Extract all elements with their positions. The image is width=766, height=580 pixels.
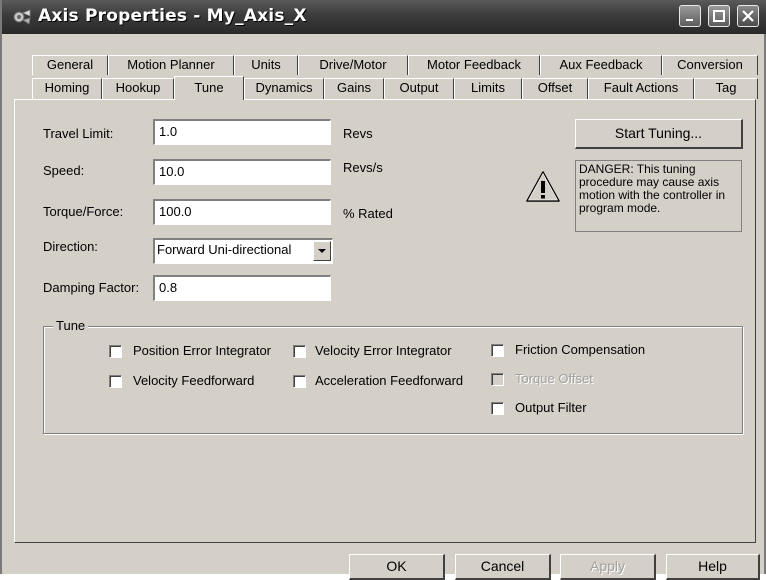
direction-dropdown-button[interactable] [313,241,331,261]
travel-limit-label: Travel Limit: [43,126,114,141]
damping-factor-field[interactable]: 0.8 [153,275,331,301]
tab-motor-feedback[interactable]: Motor Feedback [408,55,540,75]
acceleration-feedforward-checkbox[interactable] [293,375,306,388]
speed-unit: Revs/s [343,160,383,175]
travel-limit-field[interactable]: 1.0 [153,119,331,145]
tune-group-title: Tune [53,318,89,333]
axis-properties-icon [13,9,31,25]
tab-units[interactable]: Units [234,55,298,75]
tab-conversion[interactable]: Conversion [662,55,758,75]
tab-general[interactable]: General [32,55,108,75]
friction-compensation-label: Friction Compensation [515,342,646,357]
torque-force-label: Torque/Force: [43,204,124,219]
apply-button[interactable]: Apply [560,554,656,580]
danger-message: DANGER: This tuning procedure may cause … [575,160,742,232]
friction-compensation-checkbox[interactable] [491,344,504,357]
damping-factor-label: Damping Factor: [43,280,140,295]
tab-limits[interactable]: Limits [454,78,522,99]
tab-hookup[interactable]: Hookup [102,78,174,99]
torque-offset-checkbox[interactable] [491,373,504,386]
output-filter-label: Output Filter [515,400,587,415]
tab-tag[interactable]: Tag [694,78,758,99]
minimize-button[interactable] [679,5,701,27]
help-button[interactable]: Help [666,554,760,580]
close-icon [742,10,754,22]
position-error-integrator-label: Position Error Integrator [133,343,272,358]
tab-drive-motor[interactable]: Drive/Motor [298,55,408,75]
direction-select[interactable]: Forward Uni-directional [153,238,333,264]
tab-dynamics[interactable]: Dynamics [244,78,324,99]
window-title: Axis Properties - My_Axis_X [38,6,307,26]
tune-panel: Travel Limit: 1.0 Revs Speed: 10.0 Revs/… [14,99,756,543]
tab-offset[interactable]: Offset [522,78,588,99]
close-button[interactable] [737,5,759,27]
velocity-error-integrator-checkbox[interactable] [293,345,306,358]
maximize-button[interactable] [708,5,730,27]
tab-output[interactable]: Output [384,78,454,99]
speed-field[interactable]: 10.0 [153,159,331,185]
direction-label: Direction: [43,239,98,254]
tab-aux-feedback[interactable]: Aux Feedback [540,55,662,75]
acceleration-feedforward-label: Acceleration Feedforward [315,373,464,388]
direction-value: Forward Uni-directional [157,242,292,257]
maximize-icon [713,10,725,22]
tab-gains[interactable]: Gains [324,78,384,99]
warning-icon [526,171,560,202]
axis-properties-window: Axis Properties - My_Axis_X General Moti… [0,0,766,580]
title-bar[interactable]: Axis Properties - My_Axis_X [2,0,766,34]
tab-fault-actions[interactable]: Fault Actions [588,78,694,99]
velocity-feedforward-label: Velocity Feedforward [133,373,255,388]
travel-limit-unit: Revs [343,126,373,141]
torque-force-unit: % Rated [343,206,393,221]
chevron-down-icon [318,249,326,253]
torque-offset-label: Torque Offset [515,371,593,386]
tab-homing[interactable]: Homing [32,78,102,99]
ok-button[interactable]: OK [349,554,445,580]
tab-motion-planner[interactable]: Motion Planner [108,55,234,75]
torque-force-field[interactable]: 100.0 [153,199,331,225]
velocity-error-integrator-label: Velocity Error Integrator [315,343,452,358]
minimize-icon [686,19,693,21]
position-error-integrator-checkbox[interactable] [109,345,122,358]
cancel-button[interactable]: Cancel [455,554,551,580]
speed-label: Speed: [43,163,85,178]
velocity-feedforward-checkbox[interactable] [109,375,122,388]
tab-tune[interactable]: Tune [174,76,244,100]
output-filter-checkbox[interactable] [491,402,504,415]
start-tuning-button[interactable]: Start Tuning... [575,119,743,149]
